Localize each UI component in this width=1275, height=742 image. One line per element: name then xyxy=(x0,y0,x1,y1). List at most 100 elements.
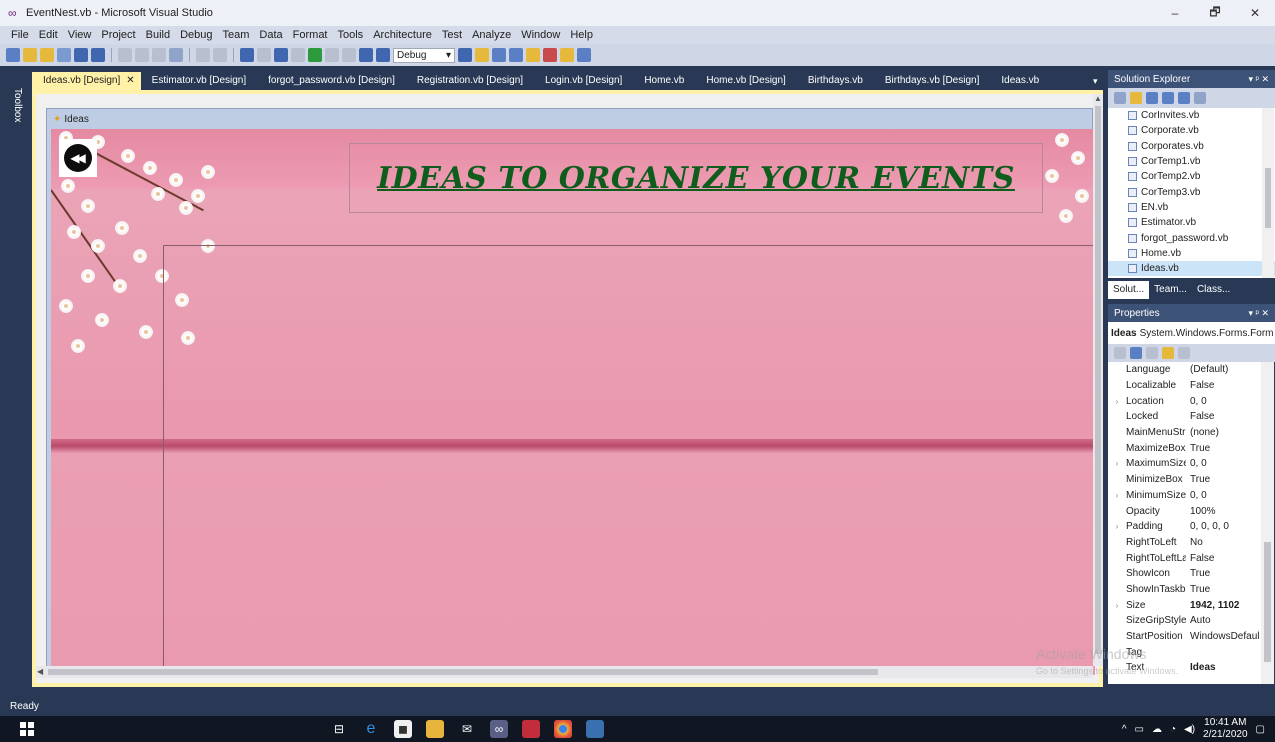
list-item[interactable]: CorTemp3.vb xyxy=(1108,184,1275,199)
list-item[interactable]: Home.vb xyxy=(1108,246,1275,261)
solution-explorer-icon[interactable] xyxy=(475,48,489,62)
property-row[interactable]: RightToLeftLa False xyxy=(1108,550,1261,566)
tab-login-design[interactable]: Login.vb [Design] xyxy=(534,72,633,90)
property-row[interactable]: MainMenuStri (none) xyxy=(1108,425,1261,441)
property-row[interactable]: ShowInTaskba True xyxy=(1108,582,1261,598)
menu-file[interactable]: File xyxy=(6,29,34,41)
close-button[interactable]: ✕ xyxy=(1235,0,1275,26)
property-value[interactable]: True xyxy=(1186,474,1261,485)
view-code-icon[interactable] xyxy=(1162,92,1174,104)
tab-birthdays-design[interactable]: Birthdays.vb [Design] xyxy=(874,72,991,90)
tab-home-code[interactable]: Home.vb xyxy=(633,72,695,90)
list-item[interactable]: EN.vb xyxy=(1108,200,1275,215)
heading-label-box[interactable]: IDEAS TO ORGANIZE YOUR EVENTS xyxy=(349,143,1043,213)
tab-class-view[interactable]: Class... xyxy=(1192,281,1235,299)
restore-button[interactable]: 🗗 xyxy=(1195,0,1235,26)
tab-list-dropdown-icon[interactable]: ▾ xyxy=(1093,72,1098,90)
property-value[interactable]: (none) xyxy=(1186,427,1261,438)
undo-icon[interactable] xyxy=(240,48,254,62)
copy-icon[interactable] xyxy=(135,48,149,62)
designer-vertical-scrollbar[interactable]: ▲ xyxy=(1093,94,1103,666)
task-view-icon[interactable]: ⊟ xyxy=(330,720,348,738)
alphabetical-icon[interactable] xyxy=(1130,347,1142,359)
property-value[interactable]: 0, 0 xyxy=(1186,458,1261,469)
file-explorer-icon[interactable] xyxy=(426,720,444,738)
property-row[interactable]: › Location 0, 0 xyxy=(1108,393,1261,409)
property-row[interactable]: Locked False xyxy=(1108,409,1261,425)
visual-studio-taskbar-icon[interactable]: ∞ xyxy=(490,720,508,738)
form-background-image[interactable]: ◀◀ IDEAS TO ORGANIZE YOUR EVENTS xyxy=(51,129,1095,675)
find-in-files-icon[interactable] xyxy=(458,48,472,62)
new-project-icon[interactable] xyxy=(6,48,20,62)
pin-icon[interactable]: ▾ ᵖ ✕ xyxy=(1249,74,1269,85)
clock[interactable]: 10:41 AM 2/21/2020 xyxy=(1203,717,1248,741)
uncomment-icon[interactable] xyxy=(213,48,227,62)
tab-birthdays-code[interactable]: Birthdays.vb xyxy=(797,72,874,90)
properties-icon[interactable] xyxy=(1146,347,1158,359)
list-item[interactable]: CorTemp1.vb xyxy=(1108,154,1275,169)
property-pages-icon[interactable] xyxy=(1178,347,1190,359)
property-value[interactable]: False xyxy=(1186,411,1261,422)
properties-object-select[interactable]: Ideas System.Windows.Forms.Form xyxy=(1108,322,1275,344)
scroll-thumb[interactable] xyxy=(48,669,878,675)
scroll-thumb[interactable] xyxy=(1265,168,1271,228)
property-row[interactable]: Opacity 100% xyxy=(1108,503,1261,519)
menu-architecture[interactable]: Architecture xyxy=(368,29,437,41)
solution-explorer-scrollbar[interactable] xyxy=(1262,108,1274,278)
close-icon[interactable]: ✕ xyxy=(126,75,134,86)
expand-icon[interactable]: › xyxy=(1108,491,1126,500)
property-row[interactable]: StartPosition WindowsDefaul xyxy=(1108,629,1261,645)
show-hidden-icons-icon[interactable]: ^ xyxy=(1122,724,1127,735)
menu-view[interactable]: View xyxy=(63,29,97,41)
menu-format[interactable]: Format xyxy=(288,29,333,41)
menu-window[interactable]: Window xyxy=(516,29,565,41)
property-value[interactable]: False xyxy=(1186,553,1261,564)
property-value[interactable]: No xyxy=(1186,537,1261,548)
redo-icon[interactable] xyxy=(257,48,271,62)
volume-icon[interactable]: ◀) xyxy=(1184,724,1195,735)
pdf-reader-icon[interactable] xyxy=(522,720,540,738)
property-value[interactable]: Ideas xyxy=(1186,662,1261,673)
refresh-icon[interactable] xyxy=(1146,92,1158,104)
tab-ideas-design[interactable]: Ideas.vb [Design] ✕ xyxy=(32,72,141,90)
toolbox-tab[interactable]: Toolbox xyxy=(12,88,23,122)
tab-forgot-password-design[interactable]: forgot_password.vb [Design] xyxy=(257,72,406,90)
save-all-icon[interactable] xyxy=(91,48,105,62)
solution-configuration-select[interactable]: Debug ▾ xyxy=(393,47,455,63)
tab-team-explorer[interactable]: Team... xyxy=(1149,281,1192,299)
scroll-thumb[interactable] xyxy=(1095,106,1101,654)
add-item-icon[interactable] xyxy=(57,48,71,62)
extensions-icon[interactable] xyxy=(560,48,574,62)
battery-icon[interactable]: ▭ xyxy=(1135,724,1144,735)
property-value[interactable]: WindowsDefaul xyxy=(1186,631,1261,642)
property-value[interactable]: 100% xyxy=(1186,506,1261,517)
property-value[interactable]: (Default) xyxy=(1186,364,1261,375)
paste-icon[interactable] xyxy=(152,48,166,62)
menu-edit[interactable]: Edit xyxy=(34,29,63,41)
property-row[interactable]: RightToLeft No xyxy=(1108,535,1261,551)
navigate-forward-icon[interactable] xyxy=(291,48,305,62)
property-row[interactable]: › Size 1942, 1102 xyxy=(1108,597,1261,613)
list-item[interactable]: CorTemp2.vb xyxy=(1108,169,1275,184)
open-folder-icon[interactable] xyxy=(40,48,54,62)
property-value[interactable]: Auto xyxy=(1186,615,1261,626)
chrome-browser-icon[interactable] xyxy=(554,720,572,738)
pause-icon[interactable] xyxy=(325,48,339,62)
store-icon[interactable]: ◼ xyxy=(394,720,412,738)
mail-icon[interactable]: ✉ xyxy=(458,720,476,738)
start-page-icon[interactable] xyxy=(543,48,557,62)
tab-home-design[interactable]: Home.vb [Design] xyxy=(695,72,796,90)
menu-help[interactable]: Help xyxy=(565,29,598,41)
save-icon[interactable] xyxy=(74,48,88,62)
property-row[interactable]: › MaximumSize 0, 0 xyxy=(1108,456,1261,472)
property-value[interactable]: True xyxy=(1186,443,1261,454)
menu-tools[interactable]: Tools xyxy=(333,29,369,41)
designer-horizontal-scrollbar[interactable]: ◀ xyxy=(36,666,1093,678)
expand-icon[interactable]: › xyxy=(1108,397,1126,406)
command-window-icon[interactable] xyxy=(577,48,591,62)
tab-estimator-design[interactable]: Estimator.vb [Design] xyxy=(141,72,257,90)
home-icon[interactable] xyxy=(1114,92,1126,104)
find-icon[interactable] xyxy=(169,48,183,62)
scroll-left-icon[interactable]: ◀ xyxy=(37,667,43,676)
expand-icon[interactable]: › xyxy=(1108,601,1126,610)
